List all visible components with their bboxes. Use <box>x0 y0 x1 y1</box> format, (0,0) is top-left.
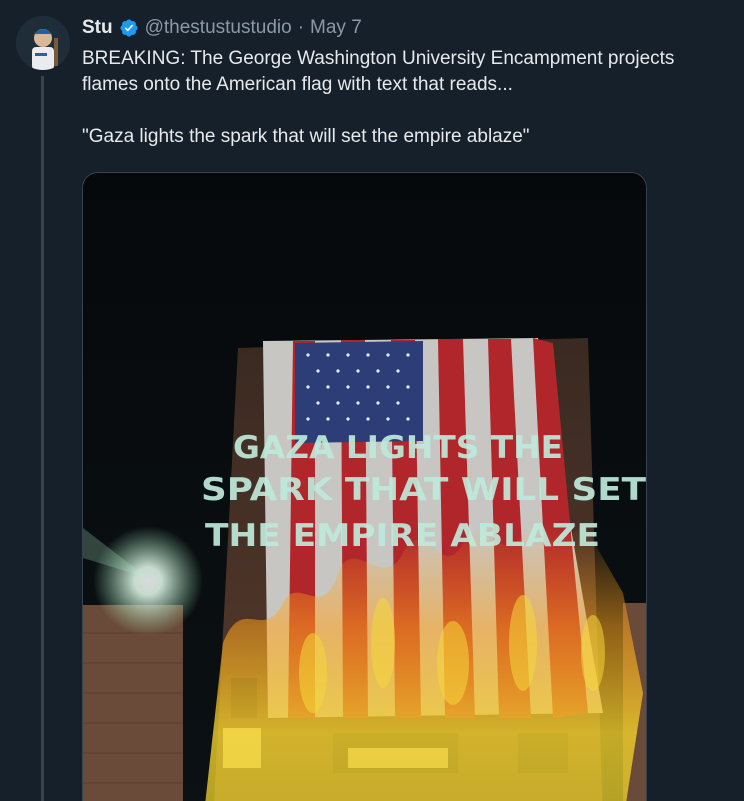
projection-line-3: THE EMPIRE ABLAZE <box>205 518 600 554</box>
author-display-name[interactable]: Stu <box>82 16 113 40</box>
avatar[interactable] <box>16 16 70 70</box>
tweet-thread: Stu @thestustustudio · May 7 BREAKING: T… <box>0 0 744 801</box>
projection-line-1: GAZA LIGHTS THE <box>233 430 563 466</box>
tweet-text-paragraph: BREAKING: The George Washington Universi… <box>82 48 675 95</box>
projection-line-2: SPARK THAT WILL SET <box>201 472 646 508</box>
verified-badge-icon <box>119 18 139 38</box>
author-handle[interactable]: @thestustustudio <box>145 16 292 40</box>
tweet-text: BREAKING: The George Washington Universi… <box>82 46 732 150</box>
header-separator: · <box>297 17 305 38</box>
tweet: Stu @thestustustudio · May 7 BREAKING: T… <box>82 16 732 150</box>
tweet-text-quote: "Gaza lights the spark that will set the… <box>82 126 530 147</box>
tweet-date[interactable]: May 7 <box>310 16 362 40</box>
tweet-media-image[interactable]: GAZA LIGHTS THE SPARK THAT WILL SET THE … <box>82 172 647 801</box>
tweet-header: Stu @thestustustudio · May 7 <box>82 16 732 40</box>
thread-connector-line <box>41 76 44 801</box>
